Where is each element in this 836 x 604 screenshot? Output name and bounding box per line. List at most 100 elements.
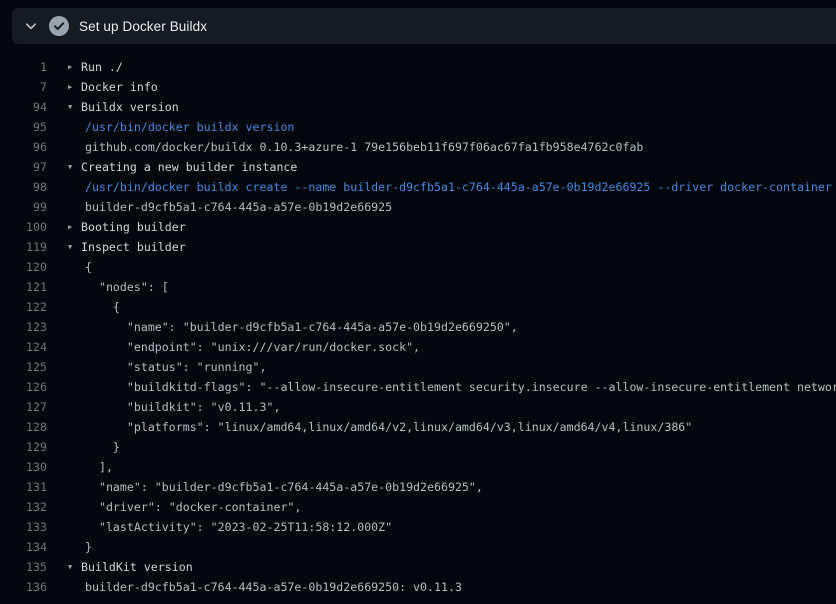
- log-group-toggle[interactable]: ▶Docker info: [68, 77, 158, 97]
- group-expanded-icon[interactable]: ▼: [68, 557, 81, 577]
- log-line-content: github.com/docker/buildx 0.10.3+azure-1 …: [68, 137, 643, 157]
- log-group-toggle[interactable]: ▼Creating a new builder instance: [68, 157, 297, 177]
- log-line: 94 ▼Buildx version: [0, 97, 836, 117]
- group-label: Docker info: [81, 77, 158, 97]
- line-number[interactable]: 129: [0, 437, 47, 457]
- group-collapsed-icon[interactable]: ▶: [68, 57, 81, 77]
- output-text: "platforms": "linux/amd64,linux/amd64/v2…: [85, 417, 692, 437]
- line-number[interactable]: 97: [0, 157, 47, 177]
- group-label: Inspect builder: [81, 237, 186, 257]
- log-line: 96 github.com/docker/buildx 0.10.3+azure-…: [0, 137, 836, 157]
- log-line: 136 builder-d9cfb5a1-c764-445a-a57e-0b19d…: [0, 577, 836, 597]
- log-viewer: 1▶Run ./7▶Docker info94▼Buildx version95…: [0, 57, 836, 597]
- log-line: 98/usr/bin/docker buildx create --name b…: [0, 177, 836, 197]
- log-line: 1 ▶Run ./: [0, 57, 836, 77]
- output-text: github.com/docker/buildx 0.10.3+azure-1 …: [85, 137, 643, 157]
- line-number[interactable]: 130: [0, 457, 47, 477]
- line-number[interactable]: 123: [0, 317, 47, 337]
- log-line-content: "name": "builder-d9cfb5a1-c764-445a-a57e…: [68, 317, 518, 337]
- log-line-content: }: [68, 537, 92, 557]
- group-collapsed-icon[interactable]: ▶: [68, 77, 81, 97]
- step-title: Set up Docker Buildx: [79, 19, 207, 34]
- log-line: 120 {: [0, 257, 836, 277]
- step-header[interactable]: Set up Docker Buildx: [12, 8, 836, 44]
- log-line-content: "driver": "docker-container",: [68, 497, 301, 517]
- output-text: {: [85, 257, 92, 277]
- log-line: 7 ▶Docker info: [0, 77, 836, 97]
- log-line: 100 ▶Booting builder: [0, 217, 836, 237]
- line-number[interactable]: 135: [0, 557, 47, 577]
- log-line: 97 ▼Creating a new builder instance: [0, 157, 836, 177]
- line-number[interactable]: 131: [0, 477, 47, 497]
- line-number[interactable]: 100: [0, 217, 47, 237]
- line-number[interactable]: 99: [0, 197, 47, 217]
- line-number[interactable]: 127: [0, 397, 47, 417]
- output-text: builder-d9cfb5a1-c764-445a-a57e-0b19d2e6…: [85, 577, 462, 597]
- log-group-toggle[interactable]: ▼Inspect builder: [68, 237, 186, 257]
- line-number[interactable]: 120: [0, 257, 47, 277]
- command-text: /usr/bin/docker buildx version: [85, 117, 294, 137]
- log-group-toggle[interactable]: ▶Run ./: [68, 57, 123, 77]
- line-number[interactable]: 122: [0, 297, 47, 317]
- log-line: 128 "platforms": "linux/amd64,linux/amd6…: [0, 417, 836, 437]
- group-collapsed-icon[interactable]: ▶: [68, 217, 81, 237]
- group-label: BuildKit version: [81, 557, 193, 577]
- log-line-content: "platforms": "linux/amd64,linux/amd64/v2…: [68, 417, 692, 437]
- line-number[interactable]: 124: [0, 337, 47, 357]
- line-number[interactable]: 1: [0, 57, 47, 77]
- line-number[interactable]: 133: [0, 517, 47, 537]
- line-number[interactable]: 119: [0, 237, 47, 257]
- line-number[interactable]: 95: [0, 117, 47, 137]
- output-text: "lastActivity": "2023-02-25T11:58:12.000…: [85, 517, 392, 537]
- log-line-content: ],: [68, 457, 113, 477]
- log-line-content: "lastActivity": "2023-02-25T11:58:12.000…: [68, 517, 392, 537]
- log-line: 124 "endpoint": "unix:///var/run/docker.…: [0, 337, 836, 357]
- log-line-content: "buildkitd-flags": "--allow-insecure-ent…: [68, 377, 836, 397]
- log-line-content: builder-d9cfb5a1-c764-445a-a57e-0b19d2e6…: [68, 577, 462, 597]
- log-line: 95/usr/bin/docker buildx version: [0, 117, 836, 137]
- line-number[interactable]: 96: [0, 137, 47, 157]
- command-text: /usr/bin/docker buildx create --name bui…: [85, 177, 832, 197]
- log-line-content: "name": "builder-d9cfb5a1-c764-445a-a57e…: [68, 477, 483, 497]
- log-line: 129 }: [0, 437, 836, 457]
- line-number[interactable]: 98: [0, 177, 47, 197]
- line-number[interactable]: 94: [0, 97, 47, 117]
- log-group-toggle[interactable]: ▼Buildx version: [68, 97, 179, 117]
- output-text: }: [85, 537, 92, 557]
- log-line: 119 ▼Inspect builder: [0, 237, 836, 257]
- log-line: 99builder-d9cfb5a1-c764-445a-a57e-0b19d2…: [0, 197, 836, 217]
- line-number[interactable]: 134: [0, 537, 47, 557]
- log-line-content: }: [68, 437, 120, 457]
- log-line: 134}: [0, 537, 836, 557]
- group-label: Run ./: [81, 57, 123, 77]
- line-number[interactable]: 121: [0, 277, 47, 297]
- log-line: 130 ],: [0, 457, 836, 477]
- log-group-toggle[interactable]: ▼BuildKit version: [68, 557, 193, 577]
- log-line-content: /usr/bin/docker buildx create --name bui…: [68, 177, 832, 197]
- line-number[interactable]: 7: [0, 77, 47, 97]
- group-expanded-icon[interactable]: ▼: [68, 97, 81, 117]
- output-text: "status": "running",: [85, 357, 266, 377]
- output-text: }: [85, 437, 120, 457]
- line-number[interactable]: 128: [0, 417, 47, 437]
- log-group-toggle[interactable]: ▶Booting builder: [68, 217, 186, 237]
- log-line: 131 "name": "builder-d9cfb5a1-c764-445a-…: [0, 477, 836, 497]
- output-text: ],: [85, 457, 113, 477]
- log-line: 122 {: [0, 297, 836, 317]
- check-circle-icon: [49, 16, 69, 36]
- line-number[interactable]: 136: [0, 577, 47, 597]
- group-expanded-icon[interactable]: ▼: [68, 157, 81, 177]
- log-line: 127 "buildkit": "v0.11.3",: [0, 397, 836, 417]
- line-number[interactable]: 125: [0, 357, 47, 377]
- log-line-content: /usr/bin/docker buildx version: [68, 117, 294, 137]
- group-label: Creating a new builder instance: [81, 157, 297, 177]
- output-text: "driver": "docker-container",: [85, 497, 301, 517]
- log-line: 132 "driver": "docker-container",: [0, 497, 836, 517]
- group-label: Booting builder: [81, 217, 186, 237]
- line-number[interactable]: 126: [0, 377, 47, 397]
- group-expanded-icon[interactable]: ▼: [68, 237, 81, 257]
- chevron-down-icon[interactable]: [22, 17, 40, 35]
- line-number[interactable]: 132: [0, 497, 47, 517]
- output-text: {: [85, 297, 120, 317]
- log-line-content: "buildkit": "v0.11.3",: [68, 397, 280, 417]
